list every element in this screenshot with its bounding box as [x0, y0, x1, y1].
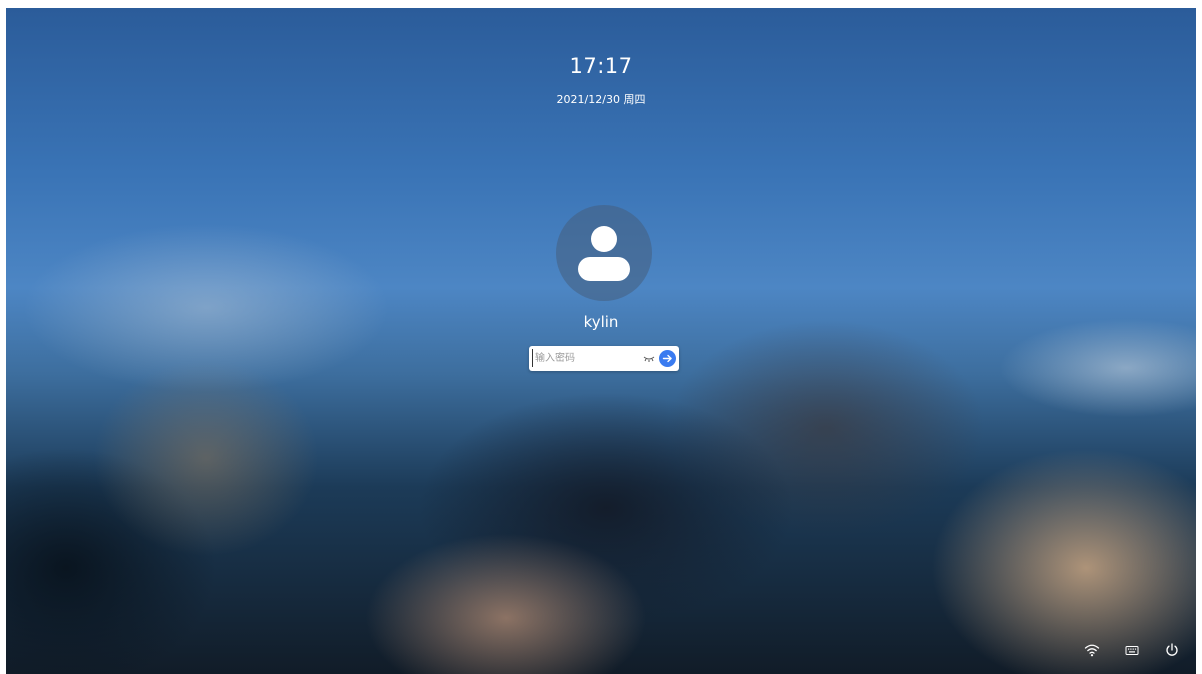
keyboard-icon[interactable] — [1124, 642, 1140, 658]
clock-date: 2021/12/30 周四 — [556, 93, 646, 106]
clock-time: 17:17 — [569, 54, 633, 78]
username-label: kylin — [583, 313, 619, 331]
power-icon[interactable] — [1164, 642, 1180, 658]
password-box — [529, 346, 679, 371]
eye-closed-icon[interactable] — [643, 354, 655, 363]
login-button[interactable] — [659, 350, 676, 367]
arrow-right-icon — [662, 354, 672, 363]
user-avatar-icon — [578, 226, 630, 281]
user-avatar[interactable] — [556, 205, 652, 301]
wifi-icon[interactable] — [1084, 642, 1100, 658]
password-input[interactable] — [532, 349, 643, 367]
lock-screen: 17:17 2021/12/30 周四 kylin — [6, 8, 1196, 674]
